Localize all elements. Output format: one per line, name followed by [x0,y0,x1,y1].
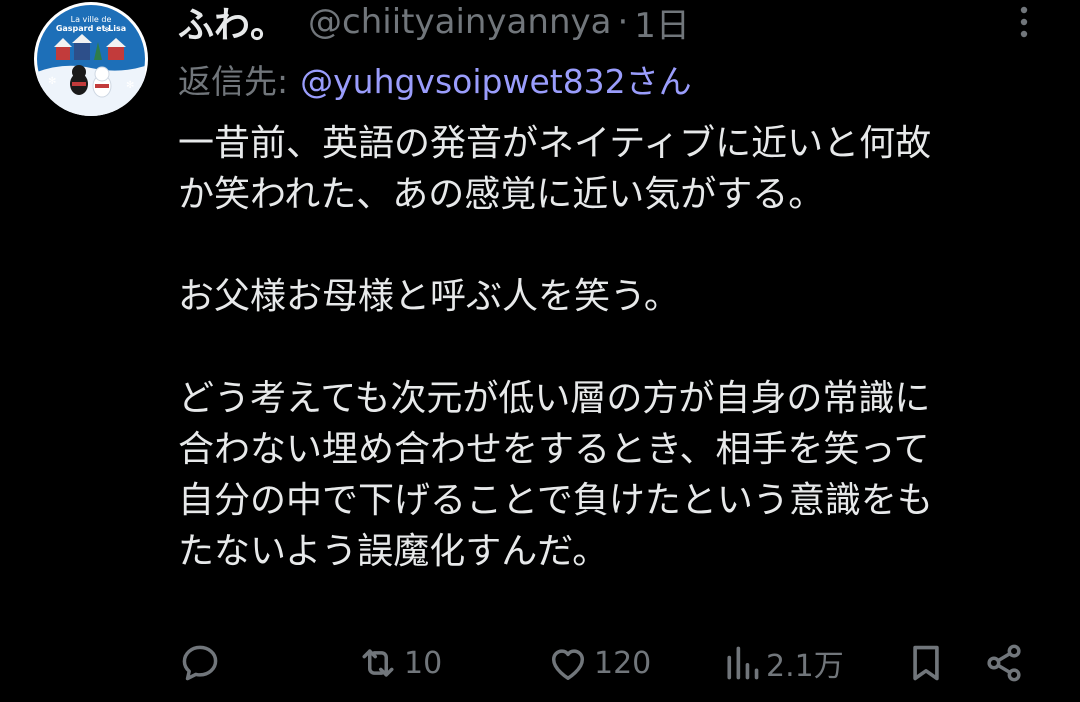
tweet-line-blank [178,322,1048,373]
reply-handle-link[interactable]: @yuhgvsoipwet832さん [300,55,692,103]
repost-button[interactable]: 10 [356,638,442,688]
more-vertical-icon [1020,6,1028,38]
tweet-line: か笑われた、あの感覚に近い気がする。 [178,174,825,215]
svg-text:✻: ✻ [126,80,134,91]
tweet-line: お父様お母様と呼ぶ人を笑う。 [178,276,680,317]
tweet-line: 一昔前、英語の発音がネイティブに近いと何故 [178,123,932,164]
bookmark-icon [913,645,939,681]
reply-label: 返信先: [178,62,289,101]
display-name[interactable]: ふわ。 [178,0,286,48]
heart-icon [551,649,585,680]
more-options-button[interactable] [1002,2,1046,42]
avatar[interactable]: ✻ ✻ ✻ La ville de Gaspard et Lisa [34,2,148,116]
svg-text:Gaspard et Lisa: Gaspard et Lisa [56,24,126,33]
views-icon [727,646,759,680]
like-count: 120 [594,645,652,681]
tweet-line: たないよう誤魔化すんだ。 [178,531,609,572]
tweet-line-blank [178,220,1048,271]
svg-text:La ville de: La ville de [71,15,112,24]
action-bar: 10 120 2.1万 [178,638,1038,688]
user-handle[interactable]: @chiityainyannya [308,2,611,42]
repost-count: 10 [404,645,443,681]
tweet-line: どう考えても次元が低い層の方が自身の常識に [178,378,931,419]
reply-icon [182,645,218,681]
share-button[interactable] [982,638,1026,688]
repost-icon [362,649,394,677]
timestamp[interactable]: 1日 [634,0,690,47]
reply-context: 返信先: @yuhgvsoipwet832さん [178,56,692,102]
like-button[interactable]: 120 [546,638,651,688]
share-icon [987,644,1021,682]
tweet-line: 自分の中で下げることで負けたという意識をも [178,480,933,521]
views-button[interactable]: 2.1万 [722,638,844,688]
tweet-line: 合わない埋め合わせをするとき、相手を笑って [178,429,930,470]
svg-text:✻: ✻ [48,76,56,87]
separator-dot: · [617,2,629,42]
bookmark-button[interactable] [906,638,946,688]
tweet-header: ふわ。 @chiityainyannya · 1日 [178,0,690,47]
tweet-text: 一昔前、英語の発音がネイティブに近いと何故 か笑われた、あの感覚に近い気がする。… [178,118,1048,577]
views-count: 2.1万 [766,649,844,684]
reply-button[interactable] [178,638,226,688]
